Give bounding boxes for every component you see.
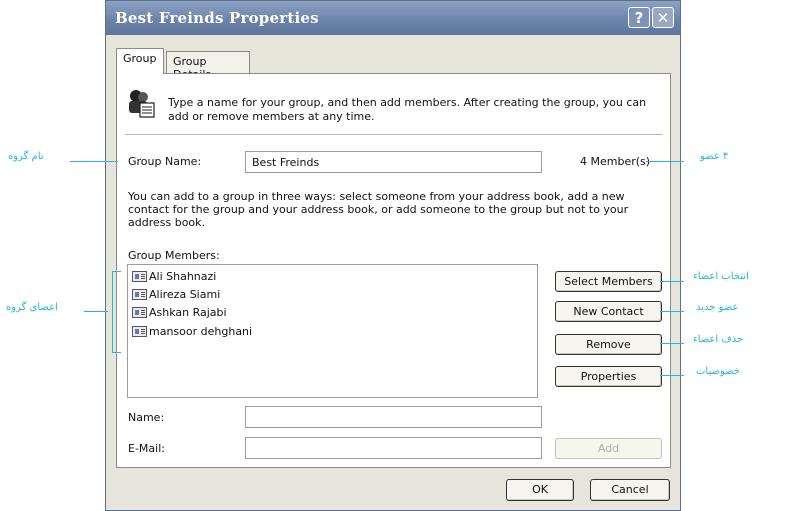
help-text: You can add to a group in three ways: se… [128,190,629,229]
annotation-line [84,311,108,312]
name-input[interactable] [245,406,542,428]
contact-icon [132,271,147,282]
contact-icon [132,289,147,300]
annotation-bracket [112,271,113,353]
group-name-input[interactable]: Best Freinds [245,151,542,173]
email-label: E-Mail: [128,442,165,455]
members-list[interactable]: Ali Shahnazi Alireza Siami Ashkan Rajabi… [127,264,538,398]
close-button[interactable]: ✕ [652,7,674,28]
contact-icon [132,326,147,337]
annotation-line [660,375,684,376]
annotation-remove: حذف اعضاء [693,334,744,345]
name-label: Name: [128,411,165,424]
list-item[interactable]: mansoor dehghani [132,324,252,340]
member-count: 4 Member(s) [580,155,651,168]
tab-group[interactable]: Group [116,48,164,74]
group-members-label: Group Members: [128,249,220,262]
remove-button[interactable]: Remove [555,334,662,355]
tab-group-details[interactable]: Group Details [166,51,250,81]
window-title: Best Freinds Properties [115,9,319,27]
list-item[interactable]: Ashkan Rajabi [132,305,227,321]
cancel-button[interactable]: Cancel [590,479,670,501]
annotation-line [660,311,684,312]
tab-panel: Type a name for your group, and then add… [116,73,671,468]
title-bar[interactable]: Best Freinds Properties ? ✕ [106,1,680,35]
ok-button[interactable]: OK [506,479,574,501]
select-members-button[interactable]: Select Members [555,271,662,292]
separator [125,134,663,135]
list-item[interactable]: Alireza Siami [132,287,220,303]
contact-icon [132,307,147,318]
properties-button[interactable]: Properties [555,366,662,387]
group-name-label: Group Name: [128,155,202,168]
annotation-line [70,161,118,162]
list-item[interactable]: Ali Shahnazi [132,269,216,285]
annotation-new-contact: عضو جدید [696,302,739,313]
new-contact-button[interactable]: New Contact [555,301,662,322]
email-input[interactable] [245,437,542,459]
annotation-select-members: انتخاب اعضاء [693,271,749,282]
intro-text: Type a name for your group, and then add… [168,96,647,123]
group-icon [126,87,156,119]
add-button[interactable]: Add [555,438,662,459]
properties-dialog: Best Freinds Properties ? ✕ Group Group … [105,0,681,511]
help-button[interactable]: ? [628,7,650,28]
annotation-line [660,343,684,344]
annotation-member-count: ۴ عضو [700,151,729,162]
annotation-line [646,161,684,162]
annotation-line [660,281,684,282]
annotation-line [112,352,121,353]
annotation-group-name: نام گروه [8,151,44,162]
annotation-line [112,271,121,272]
annotation-properties: خصوصیات [696,366,740,377]
annotation-group-members: اعضای گروه [6,302,58,313]
